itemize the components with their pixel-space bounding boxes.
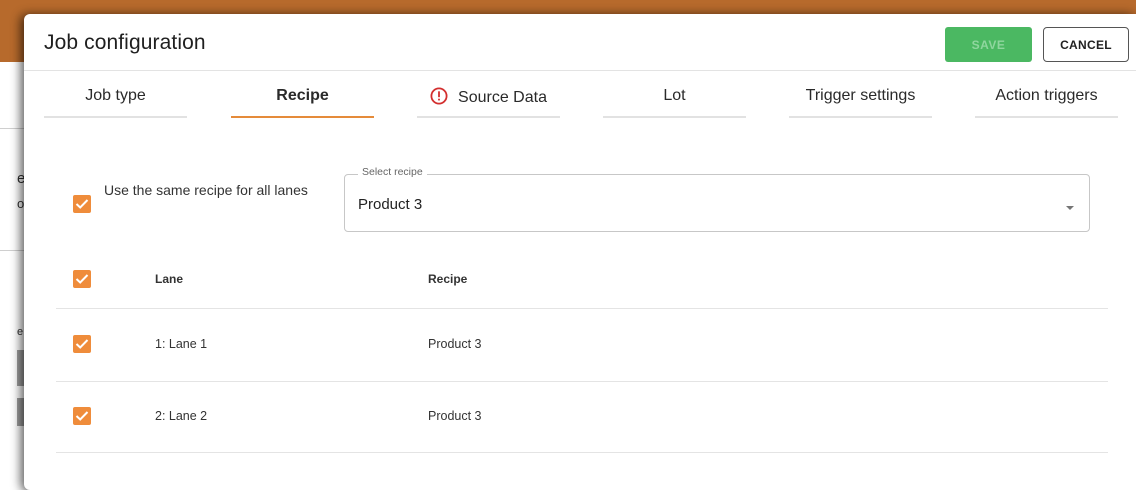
job-configuration-dialog: Job configuration SAVE CANCEL Job type R…	[24, 14, 1136, 490]
lane-1-checkbox[interactable]	[73, 335, 91, 353]
recipe-select-value[interactable]: Product 3	[358, 196, 422, 213]
column-header-lane: Lane	[155, 272, 184, 286]
recipe-select[interactable]	[344, 174, 1090, 232]
checkmark-icon	[75, 339, 89, 349]
tab-action-triggers[interactable]: Action triggers	[975, 76, 1118, 118]
lane-name: 1: Lane 1	[155, 337, 208, 351]
tab-label: Lot	[663, 87, 686, 104]
row-divider	[56, 452, 1108, 453]
tab-trigger-settings[interactable]: Trigger settings	[789, 76, 932, 118]
tab-job-type[interactable]: Job type	[44, 76, 187, 118]
tab-lot[interactable]: Lot	[603, 76, 746, 118]
tab-label: Source Data	[458, 89, 547, 106]
dropdown-arrow-icon[interactable]	[1064, 199, 1076, 217]
recipe-select-label: Select recipe	[358, 166, 427, 178]
header-divider	[24, 70, 1136, 71]
row-divider	[56, 308, 1108, 309]
tab-label: Job type	[85, 87, 146, 104]
same-recipe-checkbox[interactable]	[73, 195, 91, 213]
same-recipe-label: Use the same recipe for all lanes	[104, 182, 308, 198]
save-button[interactable]: SAVE	[945, 27, 1032, 62]
lane-recipe: Product 3	[428, 337, 482, 351]
lane-recipe: Product 3	[428, 409, 482, 423]
lane-name: 2: Lane 2	[155, 409, 208, 423]
row-divider	[56, 381, 1108, 382]
background-text-fragment: e	[17, 326, 24, 338]
tab-label: Trigger settings	[805, 87, 916, 104]
select-all-checkbox[interactable]	[73, 270, 91, 288]
warning-circle-icon	[430, 87, 448, 110]
cancel-button[interactable]: CANCEL	[1043, 27, 1129, 62]
checkmark-icon	[75, 411, 89, 421]
lane-2-checkbox[interactable]	[73, 407, 91, 425]
tab-label: Recipe	[276, 87, 329, 104]
column-header-recipe: Recipe	[428, 272, 468, 286]
checkmark-icon	[75, 274, 89, 284]
tab-source-data[interactable]: Source Data	[417, 76, 560, 118]
tab-bar: Job type Recipe Source Data Lot Trigger …	[44, 76, 1136, 120]
checkmark-icon	[75, 199, 89, 209]
dialog-header: Job configuration SAVE CANCEL	[24, 14, 1136, 72]
tab-recipe[interactable]: Recipe	[231, 76, 374, 118]
tab-label: Action triggers	[995, 87, 1098, 104]
dialog-title: Job configuration	[44, 31, 206, 54]
